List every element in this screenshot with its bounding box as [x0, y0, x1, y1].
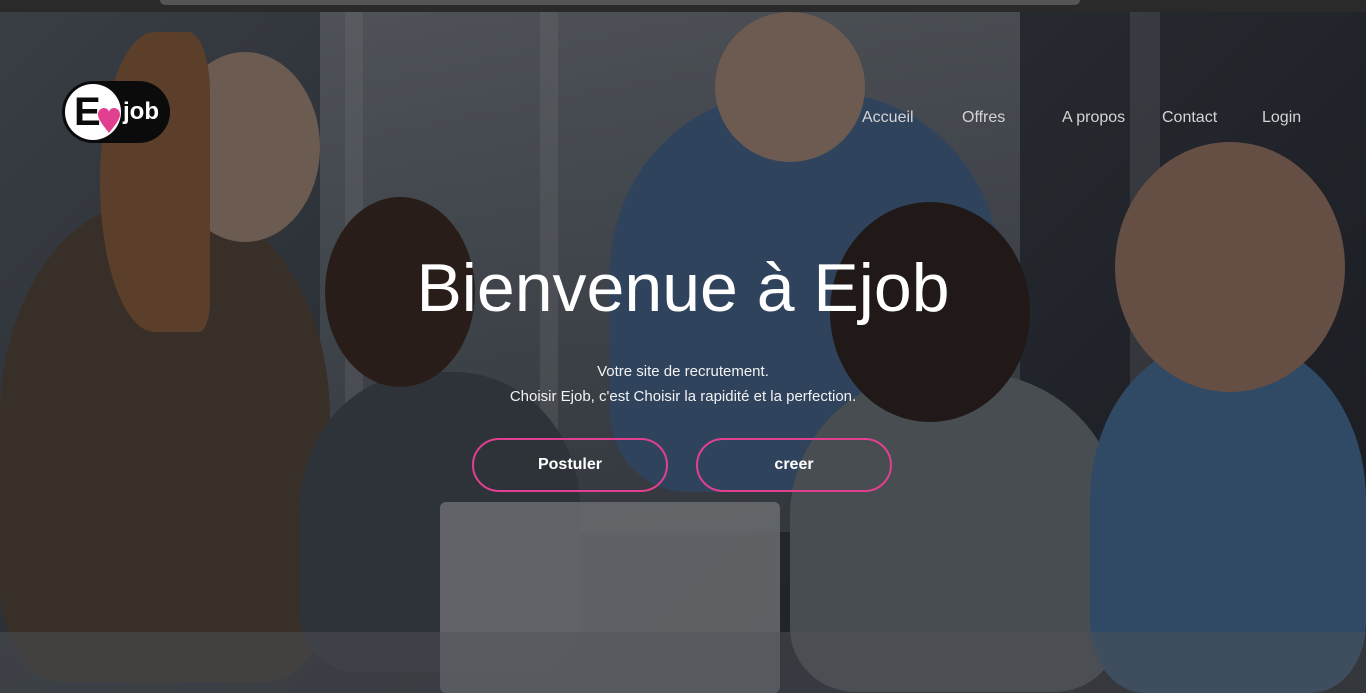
- postuler-button[interactable]: Postuler: [472, 438, 668, 492]
- hero-subtitle-line-1: Votre site de recrutement.: [597, 363, 769, 380]
- hero-title: Bienvenue à Ejob: [416, 250, 950, 326]
- nav-link-a-propos[interactable]: A propos: [1062, 104, 1125, 132]
- nav-link-contact[interactable]: Contact: [1162, 104, 1217, 132]
- browser-scroll-strip: [0, 0, 1366, 12]
- nav-link-login[interactable]: Login: [1262, 104, 1301, 132]
- main-nav: Accueil Offres A propos Contact Login: [0, 104, 1366, 132]
- nav-link-offres[interactable]: Offres: [962, 104, 1005, 132]
- hero-subtitle-line-2: Choisir Ejob, c'est Choisir la rapidité …: [509, 388, 857, 405]
- nav-link-accueil[interactable]: Accueil: [862, 104, 914, 132]
- creer-button[interactable]: creer: [696, 438, 892, 492]
- page: E job Accueil Offres A propos Contact Lo…: [0, 0, 1366, 693]
- browser-scrollbar[interactable]: [160, 0, 1080, 5]
